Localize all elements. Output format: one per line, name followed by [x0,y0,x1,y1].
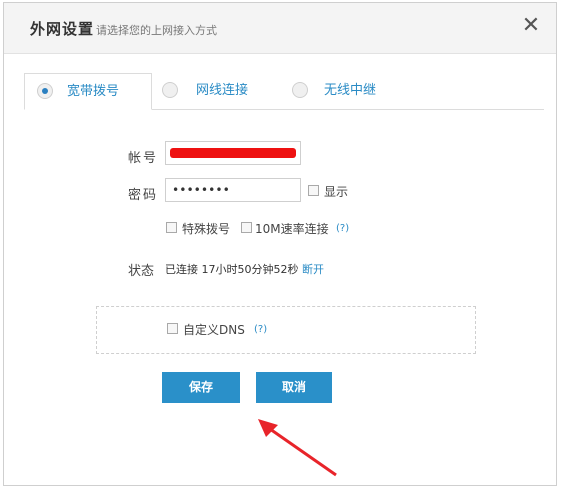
tab-wired-label: 网线连接 [196,83,249,98]
speed-10m-label: 10M速率连接 [255,222,329,236]
disconnect-link[interactable]: 断开 [302,261,324,277]
password-label: 密码 [128,188,159,203]
dialog-title: 外网设置 [30,20,95,38]
status-label: 状态 [128,264,155,279]
speed-10m-checkbox[interactable] [241,222,252,233]
show-password-label: 显示 [324,185,349,199]
connection-type-tabs: 宽带拨号 网线连接 无线中继 [24,73,544,110]
close-icon[interactable]: ✕ [518,13,544,39]
radio-wireless-relay[interactable] [292,82,308,98]
special-dial-checkbox[interactable] [166,222,177,233]
speed-help-link[interactable]: (?) [336,223,349,234]
tab-pppoe[interactable]: 宽带拨号 [24,73,152,110]
cancel-button[interactable]: 取消 [256,372,332,403]
tab-pppoe-label: 宽带拨号 [67,84,120,99]
dialog-subtitle: 请选择您的上网接入方式 [96,24,217,37]
custom-dns-checkbox[interactable] [167,323,178,334]
wan-settings-dialog: 外网设置 请选择您的上网接入方式 ✕ 宽带拨号 网线连接 无线中继 帐号 密码 … [3,2,557,486]
save-button[interactable]: 保存 [162,372,240,403]
dns-help-link[interactable]: (?) [254,324,267,335]
status-value: 已连接 17小时50分钟52秒 [165,263,299,276]
special-dial-label: 特殊拨号 [182,222,231,236]
dialog-header: 外网设置 请选择您的上网接入方式 ✕ [4,3,556,54]
account-label: 帐号 [128,151,159,166]
redaction-mark [170,148,296,158]
tab-wireless-relay[interactable]: 无线中继 [292,73,412,109]
radio-wired[interactable] [162,82,178,98]
custom-dns-label: 自定义DNS [183,323,245,337]
tab-wired[interactable]: 网线连接 [162,73,282,109]
arrow-shaft [269,427,337,477]
dns-section: 自定义DNS (?) [96,306,476,354]
show-password-checkbox[interactable] [308,185,319,196]
arrow-annotation [258,419,337,477]
account-input[interactable] [165,141,301,165]
tab-wireless-relay-label: 无线中继 [324,83,377,98]
radio-pppoe[interactable] [37,83,53,99]
password-input[interactable]: •••••••• [165,178,301,202]
